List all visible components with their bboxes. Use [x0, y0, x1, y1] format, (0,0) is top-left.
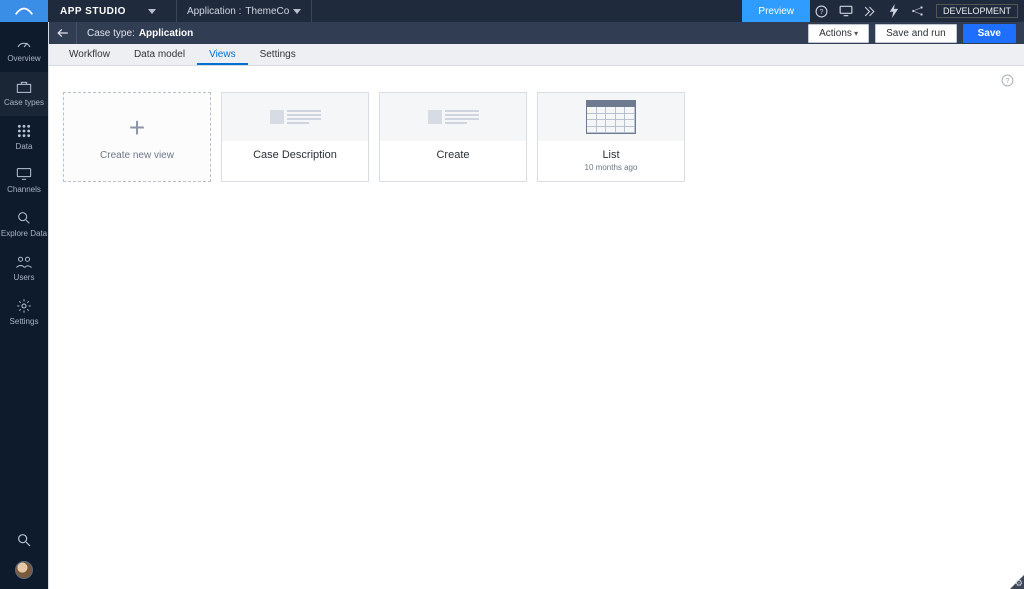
tabstrip: Workflow Data model Views Settings: [49, 44, 1024, 66]
save-button[interactable]: Save: [963, 24, 1016, 43]
pega-logo[interactable]: [0, 0, 48, 22]
chevron-down-icon: [293, 9, 301, 14]
plus-icon: +: [129, 114, 145, 142]
case-icon: [15, 78, 33, 96]
tab-data-model[interactable]: Data model: [122, 45, 197, 65]
sidebar-item-label: Case types: [4, 99, 44, 108]
card-label: List: [602, 149, 619, 161]
monitor-icon[interactable]: [834, 0, 858, 22]
actions-menu[interactable]: Actions: [808, 24, 869, 43]
share-icon[interactable]: [906, 0, 930, 22]
card-label: Case Description: [253, 149, 337, 161]
thumb-doc-icon: [222, 93, 368, 141]
tab-workflow[interactable]: Workflow: [57, 45, 122, 65]
resize-handle[interactable]: [1010, 575, 1024, 589]
canvas: ? + Create new view Case Description: [49, 66, 1024, 589]
create-new-view-card[interactable]: + Create new view: [63, 92, 211, 182]
save-and-run-button[interactable]: Save and run: [875, 24, 957, 43]
sidebar-item-channels[interactable]: Channels: [0, 159, 48, 203]
help-icon[interactable]: ?: [810, 0, 834, 22]
tab-views[interactable]: Views: [197, 45, 248, 65]
application-switcher[interactable]: Application : ThemeCo: [176, 0, 312, 22]
recents-icon[interactable]: [858, 0, 882, 22]
user-avatar[interactable]: [15, 561, 33, 579]
topbar: APP STUDIO Application : ThemeCo Preview…: [0, 0, 1024, 22]
application-name: ThemeCo: [245, 6, 289, 17]
card-meta: 10 months ago: [585, 163, 638, 172]
sidebar-item-explore-data[interactable]: Explore Data: [0, 203, 48, 247]
sidebar-item-label: Overview: [7, 55, 40, 64]
application-prefix: Application :: [187, 6, 241, 17]
create-new-view-label: Create new view: [100, 150, 174, 161]
sidebar-item-label: Explore Data: [1, 230, 47, 239]
help-icon[interactable]: ?: [1001, 74, 1014, 90]
view-card-list[interactable]: List 10 months ago: [537, 92, 685, 182]
workarea: Case type: Application Actions Save and …: [48, 22, 1024, 589]
card-label: Create: [436, 149, 469, 161]
sidebar-item-label: Data: [16, 143, 33, 152]
svg-text:?: ?: [820, 9, 824, 16]
thumb-table-icon: [538, 93, 684, 141]
actions-label: Actions: [819, 28, 852, 39]
view-card-case-description[interactable]: Case Description: [221, 92, 369, 182]
grid-icon: [15, 122, 33, 140]
tab-settings[interactable]: Settings: [248, 45, 308, 65]
monitor-icon: [15, 165, 33, 183]
case-header: Case type: Application Actions Save and …: [49, 22, 1024, 44]
thumb-doc-icon: [380, 93, 526, 141]
sidebar-item-users[interactable]: Users: [0, 247, 48, 291]
studio-name: APP STUDIO: [60, 6, 126, 17]
studio-switcher[interactable]: APP STUDIO: [48, 6, 176, 17]
view-card-create[interactable]: Create: [379, 92, 527, 182]
chevron-down-icon: [148, 9, 156, 14]
top-icon-group: ?: [810, 0, 930, 22]
sidebar-item-data[interactable]: Data: [0, 116, 48, 160]
gear-icon: [15, 297, 33, 315]
case-title-prefix: Case type:: [87, 28, 135, 39]
sidebar-item-label: Settings: [10, 318, 39, 327]
bolt-icon[interactable]: [882, 0, 906, 22]
preview-button[interactable]: Preview: [742, 0, 810, 22]
sidebar-item-label: Users: [14, 274, 35, 283]
back-button[interactable]: [49, 22, 77, 44]
sidebar-item-settings[interactable]: Settings: [0, 291, 48, 335]
sidebar-item-case-types[interactable]: Case types: [0, 72, 48, 116]
view-cards: + Create new view Case Description Creat…: [49, 66, 1024, 208]
environment-badge: DEVELOPMENT: [936, 4, 1018, 18]
sidebar-item-label: Channels: [7, 186, 41, 195]
users-icon: [15, 253, 33, 271]
main-row: Overview Case types Data Channels Explor…: [0, 22, 1024, 589]
case-title: Case type: Application: [77, 28, 193, 39]
preview-label: Preview: [758, 6, 794, 17]
search-data-icon: [15, 209, 33, 227]
gauge-icon: [15, 34, 33, 52]
search-icon[interactable]: [15, 531, 33, 549]
sidebar-item-overview[interactable]: Overview: [0, 28, 48, 72]
case-title-name: Application: [139, 28, 193, 39]
left-rail: Overview Case types Data Channels Explor…: [0, 22, 48, 589]
svg-text:?: ?: [1006, 78, 1010, 85]
